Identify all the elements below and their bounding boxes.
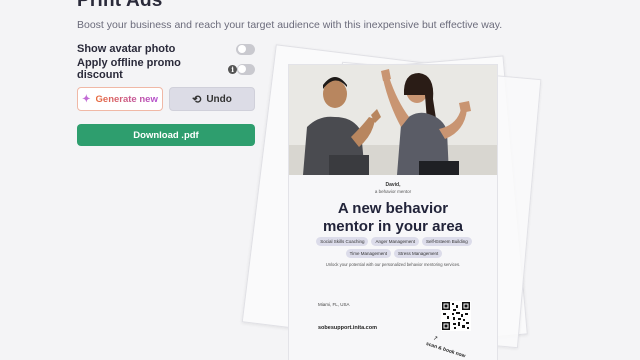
ad-photo xyxy=(289,65,497,175)
show-avatar-label: Show avatar photo xyxy=(77,43,176,55)
page-subtitle: Boost your business and reach your targe… xyxy=(77,19,503,31)
offline-promo-label-wrap: Apply offline promo discount i xyxy=(77,57,237,81)
download-pdf-label: Download .pdf xyxy=(133,129,199,141)
curved-arrow-icon: ↗ xyxy=(433,336,439,342)
people-illustration xyxy=(289,65,497,175)
service-tag: Self-Esteem Building xyxy=(422,237,472,246)
mentor-role: a behavior mentor xyxy=(374,189,412,194)
ad-location: Miami, FL, USA xyxy=(318,302,350,307)
generate-new-label: Generate new xyxy=(95,93,158,105)
download-pdf-button[interactable]: Download .pdf xyxy=(77,124,255,146)
generate-new-button[interactable]: ✦ Generate new xyxy=(77,87,163,111)
show-avatar-row: Show avatar photo xyxy=(77,41,255,57)
service-tag: Social Skills Coaching xyxy=(316,237,369,246)
service-tag: Time Management xyxy=(345,249,392,258)
scan-book-text: scan & book now xyxy=(425,341,467,360)
show-avatar-toggle[interactable] xyxy=(236,43,255,55)
ad-headline-line2: mentor in your area xyxy=(322,218,464,235)
page-title: Print Ads xyxy=(77,0,163,11)
service-tags: Social Skills Coaching Anger Management … xyxy=(309,237,479,258)
qr-code-icon xyxy=(441,301,471,331)
ad-description: Unlock your potential with our personali… xyxy=(325,262,461,267)
offline-promo-row: Apply offline promo discount i xyxy=(77,57,255,81)
mentor-name: David, xyxy=(385,182,401,188)
undo-arrow-icon: ⟲ xyxy=(192,93,202,106)
service-tag: Anger Management xyxy=(371,237,420,246)
ad-website: sobesupport.inita.com xyxy=(318,325,377,331)
info-icon[interactable]: i xyxy=(228,64,237,74)
offline-promo-toggle[interactable] xyxy=(236,63,255,75)
undo-label: Undo xyxy=(206,93,232,105)
ad-headline-line1: A new behavior xyxy=(337,200,449,217)
undo-button[interactable]: ⟲ Undo xyxy=(169,87,255,111)
ad-preview[interactable]: David, a behavior mentor A new behavior … xyxy=(288,64,498,360)
service-tag: Stress Management xyxy=(394,249,443,258)
ad-headline: A new behavior mentor in your area xyxy=(289,200,497,236)
offline-promo-label: Apply offline promo discount xyxy=(77,57,181,81)
sparkle-icon: ✦ xyxy=(82,93,91,105)
